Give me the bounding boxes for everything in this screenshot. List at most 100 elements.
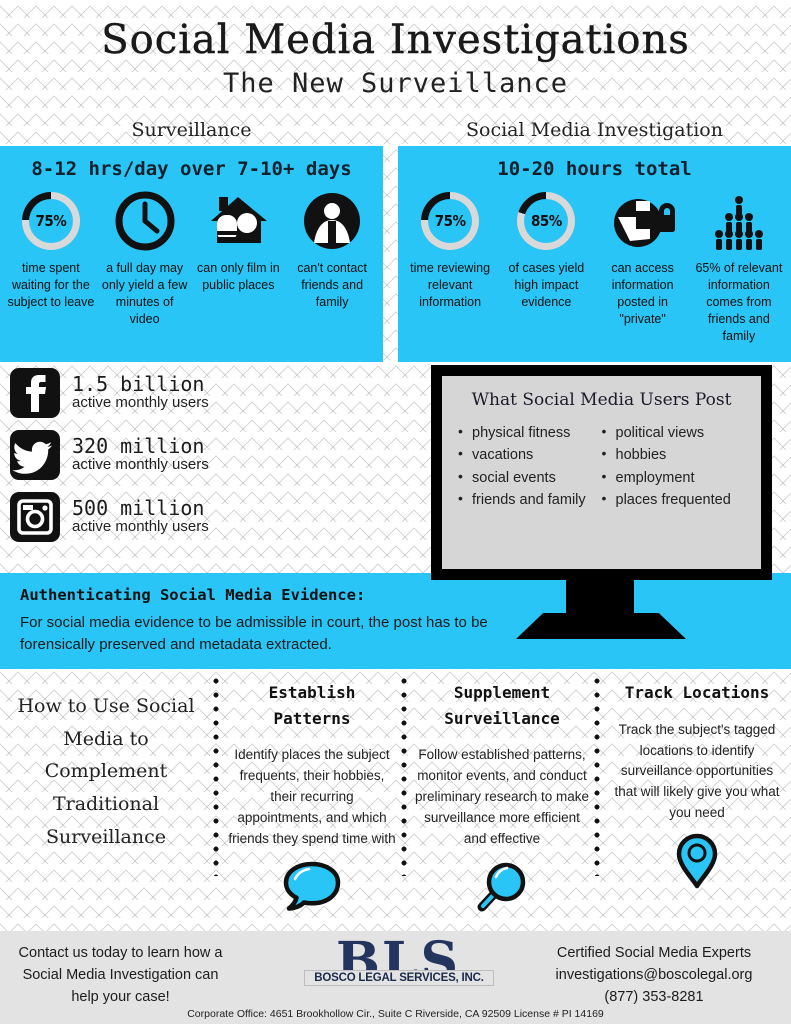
donut-85-right: 85% (517, 192, 576, 250)
logo-company-name: BOSCO LEGAL SERVICES, INC. (304, 970, 494, 986)
howto-column-title: Establish Patterns (268, 683, 356, 728)
donut-value: 75% (434, 212, 466, 230)
people-group-icon (691, 188, 787, 254)
authenticating-evidence-band: Authenticating Social Media Evidence: Fo… (0, 573, 791, 669)
stat-caption: of cases yield high impact evidence (508, 261, 585, 309)
donut-chart-icon: 75% (402, 188, 498, 254)
post-list-column-b: political views hobbies employment place… (602, 421, 746, 512)
stat-cell: a full day may only yield a few minutes … (98, 188, 192, 328)
instagram-icon (10, 492, 60, 542)
auth-title: Authenticating Social Media Evidence: (20, 586, 366, 604)
list-item: physical fitness (458, 421, 602, 444)
footer: Contact us today to learn how a Social M… (0, 931, 791, 1024)
stat-number: 320 million (72, 434, 205, 459)
page-subtitle: The New Surveillance (222, 68, 569, 99)
magnifying-glass-icon (414, 858, 590, 916)
social-media-investigation-panel: 10-20 hours total 75% time reviewing rel… (398, 146, 791, 362)
list-item: places frequented (602, 488, 746, 511)
infographic-page: Social Media Investigations The New Surv… (0, 0, 791, 1024)
stat-cell: 85% of cases yield high impact evidence (498, 188, 594, 311)
howto-column-establish-patterns: Establish Patterns Identify places the s… (228, 680, 396, 916)
footer-contact-details: Certified Social Media Experts investiga… (529, 943, 779, 1008)
stat-label: active monthly users (72, 456, 209, 474)
person-icon (285, 188, 379, 254)
stat-caption: 65% of relevant information comes from f… (695, 261, 783, 343)
donut-chart-icon: 85% (498, 188, 594, 254)
howto-column-body: Identify places the subject frequents, t… (228, 747, 396, 846)
stat-caption: can only film in public places (197, 261, 280, 292)
donut-75-right: 75% (421, 192, 480, 250)
surveillance-panel: 8-12 hrs/day over 7-10+ days 75% time sp… (0, 146, 383, 362)
auth-body: For social media evidence to be admissib… (20, 614, 488, 653)
stat-text: 500 million active monthly users (72, 498, 209, 536)
clock-icon (98, 188, 192, 254)
surveillance-icon-row: 75% time spent waiting for the subject t… (0, 180, 383, 328)
donut-chart-icon: 75% (4, 188, 98, 254)
page-title: Social Media Investigations (101, 17, 690, 63)
stat-caption: a full day may only yield a few minutes … (101, 261, 188, 326)
surveillance-panel-title: 8-12 hrs/day over 7-10+ days (31, 158, 352, 180)
list-item: friends and family (458, 488, 602, 511)
location-pin-icon (608, 832, 786, 890)
house-camera-icon (192, 188, 286, 254)
howto-column-title: Track Locations (624, 683, 770, 702)
column-heading-surveillance: Surveillance (131, 119, 252, 141)
footer-email[interactable]: investigations@boscolegal.org (529, 965, 779, 987)
tv-screen: What Social Media Users Post physical fi… (442, 376, 761, 569)
list-item: 500 million active monthly users (10, 492, 270, 542)
list-item: vacations (458, 443, 602, 466)
speech-bubble-icon (228, 858, 396, 916)
list-item: political views (602, 421, 746, 444)
donut-value: 85% (530, 212, 562, 230)
footer-contact-text: Contact us today to learn how a Social M… (18, 945, 223, 1005)
investigation-panel-title: 10-20 hours total (497, 158, 692, 180)
stat-cell: 65% of relevant information comes from f… (691, 188, 787, 344)
stat-caption: time spent waiting for the subject to le… (7, 261, 95, 309)
list-item: social events (458, 466, 602, 489)
stat-caption: can access information posted in "privat… (611, 261, 674, 326)
howto-column-body: Follow established patterns, monitor eve… (414, 747, 590, 846)
footer-experts-line: Certified Social Media Experts (556, 945, 752, 961)
social-media-stats-list: 1.5 billion active monthly users 320 mil… (10, 368, 270, 554)
dotted-divider (594, 678, 600, 876)
column-heading-social-media-investigation: Social Media Investigation (466, 119, 723, 141)
list-item: 1.5 billion active monthly users (10, 368, 270, 418)
tv-stand-neck (566, 580, 634, 613)
facebook-icon (10, 368, 60, 418)
stat-caption: time reviewing relevant information (410, 261, 491, 309)
list-item: employment (602, 466, 746, 489)
tv-monitor: What Social Media Users Post physical fi… (431, 365, 772, 580)
stat-text: 320 million active monthly users (72, 436, 209, 474)
twitter-icon (10, 430, 60, 480)
stat-cell: can only film in public places (192, 188, 286, 294)
tv-stand-base (516, 613, 686, 639)
stat-number: 1.5 billion (72, 372, 205, 397)
dotted-divider (213, 678, 219, 876)
stat-caption: can't contact friends and family (297, 261, 368, 309)
stat-label: active monthly users (72, 518, 209, 536)
investigation-icon-row: 75% time reviewing relevant information … (398, 180, 791, 344)
howto-column-body: Track the subject's tagged locations to … (614, 721, 780, 821)
post-list-column-a: physical fitness vacations social events… (458, 421, 602, 512)
list-item: 320 million active monthly users (10, 430, 270, 480)
tv-screen-title: What Social Media Users Post (471, 390, 732, 410)
footer-address: Corporate Office: 4651 Brookhollow Cir.,… (187, 1008, 604, 1020)
dotted-divider (401, 678, 407, 876)
donut-value: 75% (35, 212, 67, 230)
stat-text: 1.5 billion active monthly users (72, 374, 209, 412)
howto-column-title: Supplement Surveillance (444, 683, 560, 728)
bls-logo: BLS BOSCO LEGAL SERVICES, INC. (298, 934, 498, 1007)
stat-cell: 75% time reviewing relevant information (402, 188, 498, 311)
tv-screen-lists: physical fitness vacations social events… (458, 421, 746, 512)
stat-cell: can't contact friends and family (285, 188, 379, 311)
stat-cell: 75% time spent waiting for the subject t… (4, 188, 98, 311)
globe-lock-icon (595, 188, 691, 254)
donut-75-left: 75% (21, 192, 80, 250)
howto-column-track-locations: Track Locations Track the subject's tagg… (608, 680, 786, 890)
list-item: hobbies (602, 443, 746, 466)
stat-label: active monthly users (72, 394, 209, 412)
howto-section-title: How to Use Social Media to Complement Tr… (17, 695, 195, 848)
footer-phone[interactable]: (877) 353-8281 (529, 987, 779, 1009)
stat-number: 500 million (72, 496, 205, 521)
howto-column-supplement-surveillance: Supplement Surveillance Follow establish… (414, 680, 590, 916)
